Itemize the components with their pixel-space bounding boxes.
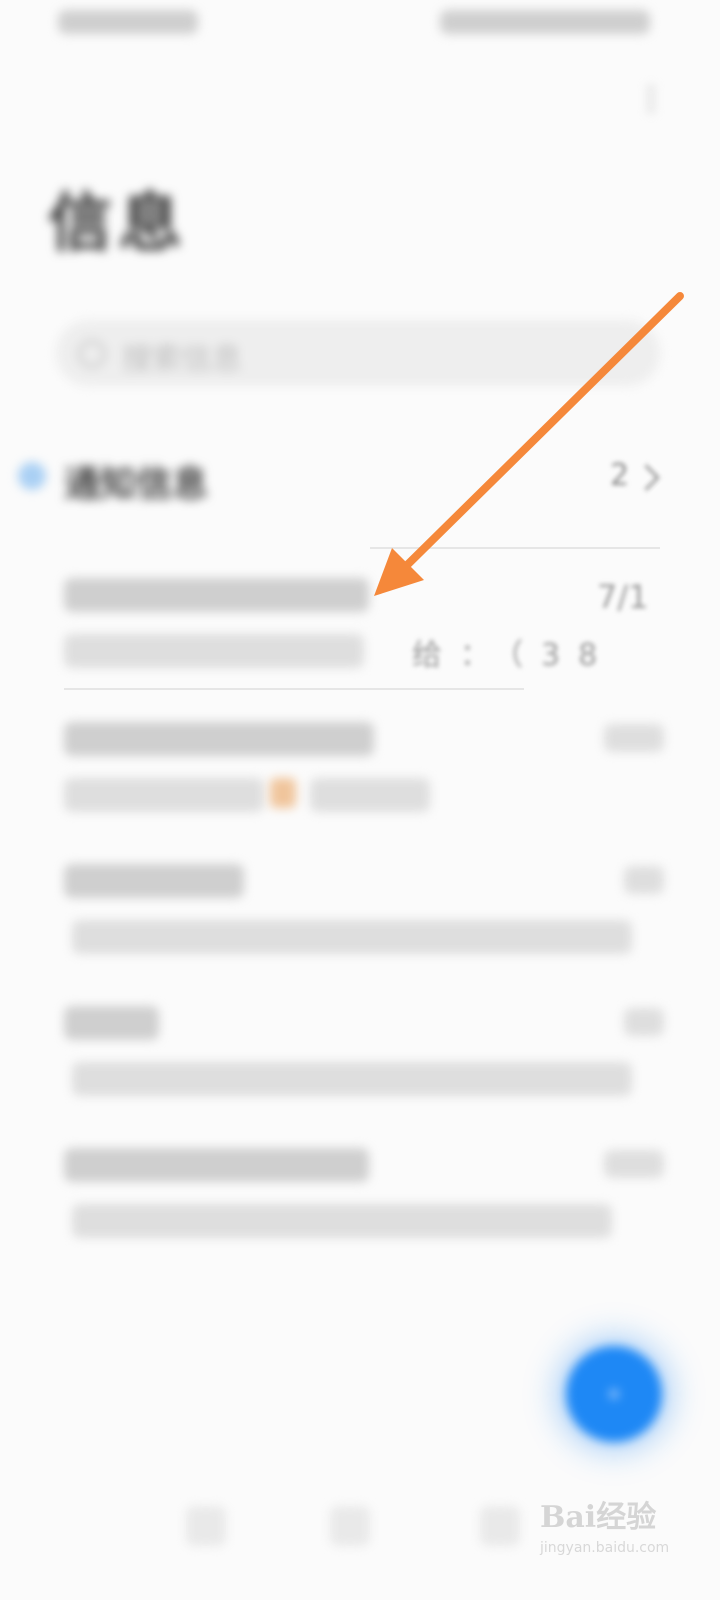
watermark: Bai经验 jingyan.baidu.com xyxy=(540,1490,700,1580)
watermark-logo: Bai经验 xyxy=(540,1500,657,1535)
annotation-arrow xyxy=(374,292,684,596)
watermark-url: jingyan.baidu.com xyxy=(540,1540,670,1556)
